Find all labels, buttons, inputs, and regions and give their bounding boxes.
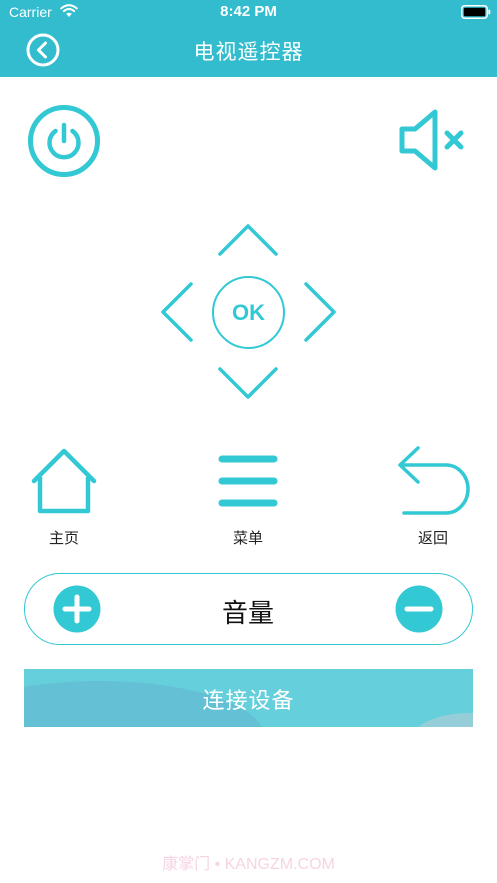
chevron-down-icon [218,367,278,399]
mute-button[interactable] [397,107,469,173]
status-time: 8:42 PM [220,3,277,20]
home-icon [31,448,97,514]
menu-icon [218,455,278,507]
home-label: 主页 [48,529,79,547]
ok-circle: OK [212,276,285,349]
dpad-down-button[interactable] [216,365,280,401]
battery-icon [461,5,491,19]
chevron-right-icon [304,282,336,342]
dpad-up-button[interactable] [216,222,280,258]
dpad-left-button[interactable] [158,280,196,344]
connect-device-label: 连接设备 [202,689,295,714]
header-bar: Carrier 8:42 PM 电视遥控器 [0,0,497,77]
power-icon [28,105,100,177]
ok-label: OK [232,300,265,325]
menu-button[interactable] [214,452,282,510]
chevron-left-icon [161,282,193,342]
dpad-right-button[interactable] [301,280,339,344]
return-arrow-icon [398,446,470,515]
volume-down-button[interactable] [395,585,443,633]
chevron-up-icon [218,224,278,256]
return-label: 返回 [417,529,448,547]
page-title: 电视遥控器 [193,40,304,64]
speaker-mute-icon [399,109,464,171]
menu-label: 菜单 [232,529,263,547]
home-button[interactable] [28,447,100,515]
status-bar: Carrier 8:42 PM [0,0,497,26]
power-button[interactable] [27,104,101,178]
return-button[interactable] [394,442,472,518]
ok-button[interactable]: OK [211,275,286,350]
volume-control: 音量 [24,573,473,645]
connect-device-button[interactable]: 连接设备 [24,669,473,727]
button-decoration [409,713,473,727]
minus-circle-icon [395,585,443,633]
watermark: 康掌门 • KANGZM.COM [162,856,335,873]
